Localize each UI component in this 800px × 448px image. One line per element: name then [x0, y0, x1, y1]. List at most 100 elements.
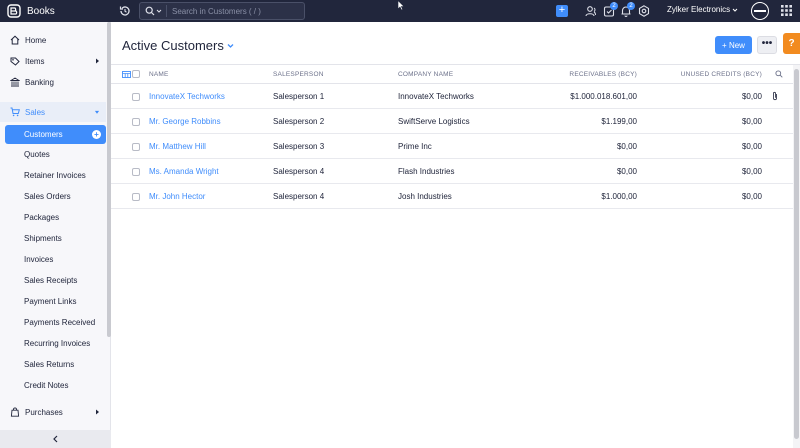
recent-history-icon[interactable]: [118, 4, 132, 18]
users-icon[interactable]: [584, 4, 598, 18]
salesperson-cell: Salesperson 4: [273, 192, 325, 201]
table-row[interactable]: InnovateX Techworks Salesperson 1 Innova…: [111, 84, 793, 109]
sidebar-item-banking[interactable]: Banking: [0, 72, 106, 92]
organization-name: Zylker Electronics: [667, 5, 731, 14]
table-row[interactable]: Mr. Matthew Hill Salesperson 3 Prime Inc…: [111, 134, 793, 159]
select-all-checkbox[interactable]: [132, 70, 140, 78]
top-bar: Books + 2 2 Zylker Electronic: [0, 0, 800, 22]
home-icon: [10, 35, 20, 45]
receivables-cell: $1.199,00: [601, 117, 637, 126]
sidebar-item-sales[interactable]: Sales: [0, 102, 106, 122]
view-selector[interactable]: Active Customers: [122, 38, 234, 53]
customer-name-link[interactable]: Mr. John Hector: [149, 192, 205, 201]
gear-icon[interactable]: [637, 4, 651, 18]
sidebar-item-items[interactable]: Items: [0, 51, 106, 71]
table-scrollbar[interactable]: [793, 65, 800, 448]
sidebar-subitem-sales-receipts[interactable]: Sales Receipts: [24, 274, 77, 288]
sidebar-item-home[interactable]: Home: [0, 30, 106, 50]
row-checkbox[interactable]: [132, 93, 140, 101]
shopping-bag-icon: [10, 407, 20, 417]
sidebar-subitem-sales-returns[interactable]: Sales Returns: [24, 358, 74, 372]
column-header-salesperson[interactable]: SALESPERSON: [273, 71, 324, 78]
salesperson-cell: Salesperson 4: [273, 167, 325, 176]
unused-credits-cell: $0,00: [741, 92, 762, 101]
scrollbar-thumb[interactable]: [794, 69, 799, 439]
mouse-cursor-icon: [397, 0, 405, 11]
customer-name-link[interactable]: InnovateX Techworks: [149, 92, 225, 101]
bank-icon: [10, 77, 20, 87]
organization-switcher[interactable]: Zylker Electronics: [667, 5, 738, 14]
customize-columns-icon[interactable]: [122, 71, 131, 78]
row-checkbox[interactable]: [132, 193, 140, 201]
app-grid-icon[interactable]: [781, 5, 792, 16]
sidebar-item-purchases[interactable]: Purchases: [0, 402, 106, 422]
shopping-cart-icon: [10, 107, 20, 117]
add-customer-icon[interactable]: +: [92, 130, 101, 139]
column-header-company-name[interactable]: COMPANY NAME: [398, 71, 453, 78]
row-checkbox[interactable]: [132, 168, 140, 176]
notifications-count-badge: 2: [627, 2, 635, 10]
sidebar-subitem-quotes[interactable]: Quotes: [24, 148, 50, 162]
customer-name-link[interactable]: Ms. Amanda Wright: [149, 167, 219, 176]
sidebar-subitem-sales-orders[interactable]: Sales Orders: [24, 190, 71, 204]
sidebar: Home Items Banking Sales Customers + Quo…: [0, 22, 111, 448]
sidebar-subitem-customers[interactable]: Customers +: [5, 125, 106, 144]
sidebar-item-label: Purchases: [25, 407, 63, 417]
sidebar-item-label: Sales: [25, 107, 46, 117]
sidebar-subitem-shipments[interactable]: Shipments: [24, 232, 62, 246]
customer-name-link[interactable]: Mr. George Robbins: [149, 117, 221, 126]
books-logo-icon: [7, 4, 21, 18]
unused-credits-cell: $0,00: [741, 167, 762, 176]
attachment-icon[interactable]: [772, 91, 778, 101]
sidebar-subitem-credit-notes[interactable]: Credit Notes: [24, 379, 68, 393]
company-cell: Prime Inc: [398, 142, 432, 151]
row-checkbox[interactable]: [132, 118, 140, 126]
column-header-name[interactable]: NAME: [149, 71, 169, 78]
page-title: Active Customers: [122, 38, 224, 53]
new-customer-button[interactable]: + New: [715, 36, 752, 54]
receivables-cell: $1.000,00: [601, 192, 637, 201]
receivables-cell: $1.000.018.601,00: [570, 92, 637, 101]
sidebar-subitem-invoices[interactable]: Invoices: [24, 253, 53, 267]
unused-credits-cell: $0,00: [741, 142, 762, 151]
sidebar-subitem-retainer-invoices[interactable]: Retainer Invoices: [24, 169, 86, 183]
table-row[interactable]: Mr. George Robbins Salesperson 2 SwiftSe…: [111, 109, 793, 134]
receivables-cell: $0,00: [616, 167, 637, 176]
sidebar-subitem-payments-received[interactable]: Payments Received: [24, 316, 95, 330]
help-button[interactable]: ?: [783, 33, 800, 54]
items-tag-icon: [10, 57, 20, 66]
table-header: NAME SALESPERSON COMPANY NAME RECEIVABLE…: [111, 65, 793, 84]
unused-credits-cell: $0,00: [741, 192, 762, 201]
sidebar-subitem-recurring-invoices[interactable]: Recurring Invoices: [24, 337, 90, 351]
table-row[interactable]: Ms. Amanda Wright Salesperson 4 Flash In…: [111, 159, 793, 184]
unused-credits-cell: $0,00: [741, 117, 762, 126]
chevron-down-icon[interactable]: [156, 8, 162, 14]
column-header-receivables[interactable]: RECEIVABLES (BCY): [527, 71, 637, 78]
sidebar-subitem-payment-links[interactable]: Payment Links: [24, 295, 76, 309]
quick-create-button[interactable]: +: [556, 5, 568, 17]
more-options-button[interactable]: •••: [757, 36, 777, 54]
brand[interactable]: Books: [0, 0, 112, 22]
sidebar-subitem-packages[interactable]: Packages: [24, 211, 59, 225]
salesperson-cell: Salesperson 1: [273, 92, 325, 101]
sidebar-collapse-button[interactable]: [0, 430, 111, 448]
table-search-icon[interactable]: [775, 70, 783, 78]
app-name: Books: [27, 5, 55, 17]
table-row[interactable]: Mr. John Hector Salesperson 4 Josh Indus…: [111, 184, 793, 209]
chevron-right-icon: [96, 58, 99, 64]
column-header-unused-credits[interactable]: UNUSED CREDITS (BCY): [652, 71, 762, 78]
customer-name-link[interactable]: Mr. Matthew Hill: [149, 142, 206, 151]
main-content: Active Customers + New ••• ? NAME SALESP…: [111, 22, 800, 448]
search-input[interactable]: [172, 6, 302, 16]
global-search[interactable]: [139, 2, 305, 20]
search-icon: [145, 6, 155, 16]
chevron-right-icon: [96, 409, 99, 415]
company-cell: InnovateX Techworks: [398, 92, 474, 101]
row-checkbox[interactable]: [132, 143, 140, 151]
salesperson-cell: Salesperson 2: [273, 117, 325, 126]
sidebar-subitem-label: Customers: [24, 130, 63, 139]
chevron-left-icon: [53, 435, 58, 443]
user-avatar[interactable]: [751, 2, 769, 20]
salesperson-cell: Salesperson 3: [273, 142, 325, 151]
chevron-down-icon: [227, 44, 234, 48]
